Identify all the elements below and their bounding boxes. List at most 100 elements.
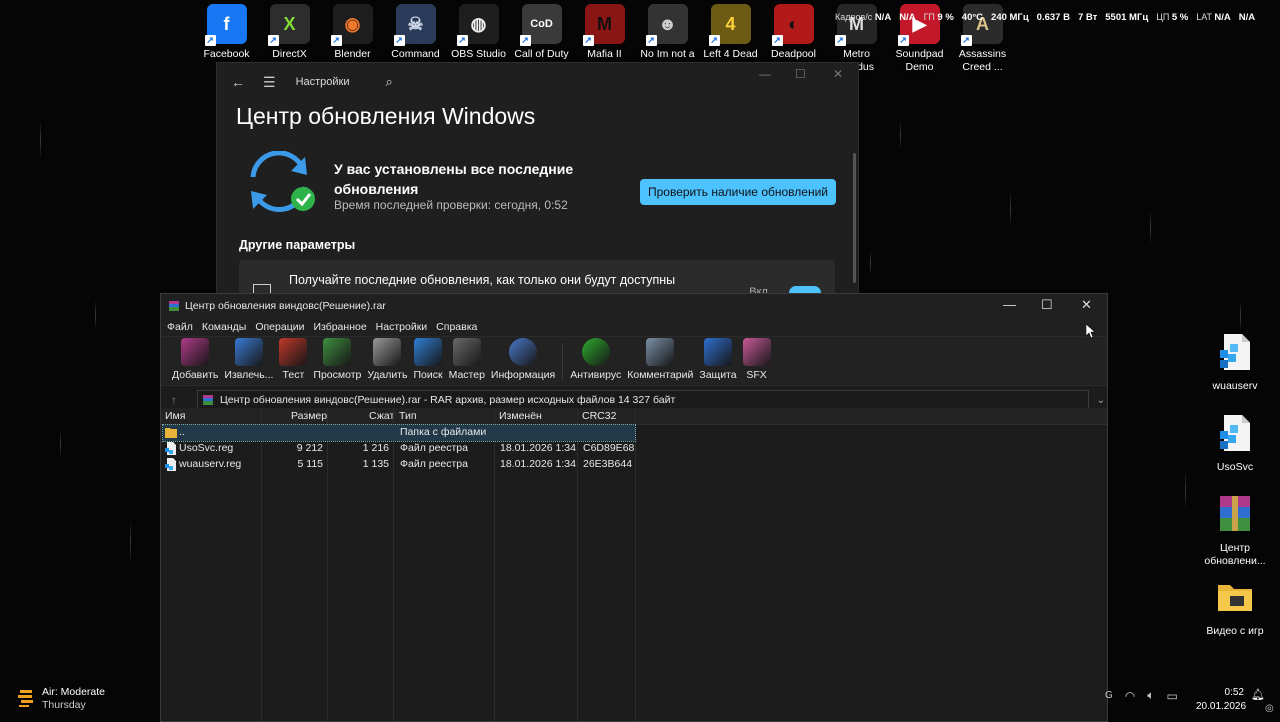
up-arrow-icon[interactable]: ↑ [171,393,185,407]
column-name[interactable]: Имя [165,410,185,422]
table-row[interactable]: UsoSvc.reg 9 212 1 216 Файл реестра 18.01.20… [163,441,635,457]
minimize-icon[interactable]: — [759,67,771,81]
menu-item[interactable]: Настройки [376,321,428,333]
address-field[interactable]: Центр обновления виндовс(Решение).rar - … [197,390,1089,410]
cell-size: 5 115 [297,458,324,470]
hamburger-menu-icon[interactable]: ☰ [263,74,276,91]
settings-title: Настройки [295,76,350,88]
app-icon: CoD ↗ [519,4,562,46]
taskbar-clock[interactable]: 0:52 20.01.2026 [1196,686,1246,714]
close-icon[interactable]: ✕ [1081,297,1092,313]
menu-item[interactable]: Файл [167,321,193,333]
desktop-icon-label: Blender [334,48,371,60]
page-title: Центр обновления Windows [236,103,536,129]
shortcut-arrow-icon: ↗ [834,35,846,46]
back-arrow-icon[interactable]: ← [231,74,247,90]
shortcut-arrow-icon: ↗ [456,35,468,46]
app-icon: ☻ ↗ [645,4,688,46]
parent-folder-row[interactable]: .. Папка с файлами [162,424,636,442]
table-row[interactable]: wuauserv.reg 5 115 1 135 Файл реестра 18.01.… [163,457,635,473]
shortcut-arrow-icon: ↗ [771,35,783,46]
app-glyph: ◍ [470,13,487,34]
osd-value: 5501 МГц [1105,12,1149,23]
toolbar-icon [279,338,308,366]
notification-icon[interactable]: 🔔︎ [1251,688,1265,701]
toolbar-button[interactable]: SFX [740,338,774,385]
cell-crc: 26E3B644 [583,458,633,470]
menu-item[interactable]: Операции [255,321,304,333]
weather-line1: Air: Moderate [42,686,106,698]
toolbar-label: Мастер [448,369,485,381]
shortcut-arrow-icon: ↗ [519,35,531,46]
app-icon: M ↗ [834,4,877,46]
maximize-icon[interactable]: ☐ [1041,297,1053,313]
osd-metric: 0.637 В [1037,12,1070,23]
address-text: Центр обновления виндовс(Решение).rar - … [220,394,676,406]
check-updates-button[interactable]: Проверить наличие обновлений [640,179,836,205]
file-list-header: Имя Размер Сжат Тип Изменён CRC32 [161,408,1107,425]
performance-overlay: Кадров/с N/A N/A ГП 9 % 40°C 240 МГц 0.637 В7… [835,12,1255,23]
toolbar-button[interactable]: Информация [488,338,558,385]
wifi-icon[interactable]: ◠ [1125,689,1135,703]
language-indicator[interactable]: G [1105,690,1113,701]
shortcut-arrow-icon: ↗ [330,35,342,46]
toolbar-button[interactable]: Защита [696,338,739,385]
toolbar-button[interactable]: Добавить [169,338,221,385]
battery-icon[interactable]: ▭ [1166,689,1177,703]
minimize-icon[interactable]: — [1003,297,1016,312]
toolbar-button[interactable]: Комментарий [624,338,696,385]
shortcut-arrow-icon: ↗ [267,35,279,46]
desktop-icon-rar[interactable]: Центр обновлени... [1200,494,1270,568]
search-icon[interactable]: ⌕ [386,74,393,90]
toolbar-button[interactable]: Мастер [446,338,488,385]
menu-item[interactable]: Избранное [313,321,366,333]
column-crc32[interactable]: CRC32 [582,410,616,422]
toolbar-label: Информация [490,369,556,381]
desktop-icon-label: Facebook [203,48,250,60]
cell-size: 9 212 [296,442,323,454]
winrar-titlebar: Центр обновления виндовс(Решение).rar — … [161,294,1107,318]
toolbar-button[interactable]: Извлечь... [221,338,276,385]
osd-metric: 240 МГц [991,12,1029,23]
toolbar-icon [509,338,538,366]
osd-value: 0.637 В [1036,12,1070,23]
desktop-icon-reg[interactable]: UsoSvc [1200,413,1270,474]
desktop-icon-folder[interactable]: Видео с игр [1200,577,1270,638]
toolbar-button[interactable]: Просмотр [310,338,364,385]
column-packed[interactable]: Сжат [369,410,394,422]
toolbar-label: Защита [699,369,737,381]
maximize-icon[interactable]: ☐ [795,67,806,81]
osd-key: LAT [1196,12,1212,22]
weather-widget[interactable]: Air: Moderate Thursday [18,686,105,712]
desktop-icon-label: Видео с игр [1206,625,1264,637]
focus-icon[interactable]: ◎ [1265,703,1274,714]
desktop-icon-label: Mafia II [587,48,622,60]
shortcut-arrow-icon: ↗ [960,35,972,46]
toolbar-button[interactable]: Удалить [364,338,410,385]
close-icon[interactable]: ✕ [833,67,843,81]
volume-icon[interactable]: 🔈︎ [1147,688,1154,703]
toolbar-label: Удалить [367,369,408,381]
toolbar-button[interactable]: Поиск [410,338,445,385]
toolbar-icon [452,338,481,366]
toolbar-button[interactable]: Антивирус [567,338,624,385]
toolbar-label: Тест [282,369,305,381]
app-glyph: ◐ [788,13,799,34]
menu-item[interactable]: Команды [202,321,247,333]
toolbar-label: Просмотр [313,369,362,381]
cell-name: UsoSvc.reg [179,442,234,454]
column-type[interactable]: Тип [399,410,417,422]
osd-metric: ЦП 5 % [1156,12,1188,23]
settings-scrollbar[interactable] [853,153,856,283]
chevron-down-icon[interactable]: ⌄ [1097,395,1105,406]
latest-updates-card[interactable]: Получайте последние обновления, как толь… [239,260,835,295]
toolbar-button[interactable]: Тест [276,338,310,385]
folder-icon [165,428,177,438]
column-size[interactable]: Размер [291,410,327,422]
app-icon: A ↗ [960,4,1003,46]
column-modified[interactable]: Изменён [499,410,542,422]
latest-updates-label: Получайте последние обновления, как толь… [289,273,676,287]
desktop-icon-reg[interactable]: wuauserv [1200,332,1270,393]
menu-item[interactable]: Справка [436,321,477,333]
osd-value: 240 МГц [991,12,1029,23]
